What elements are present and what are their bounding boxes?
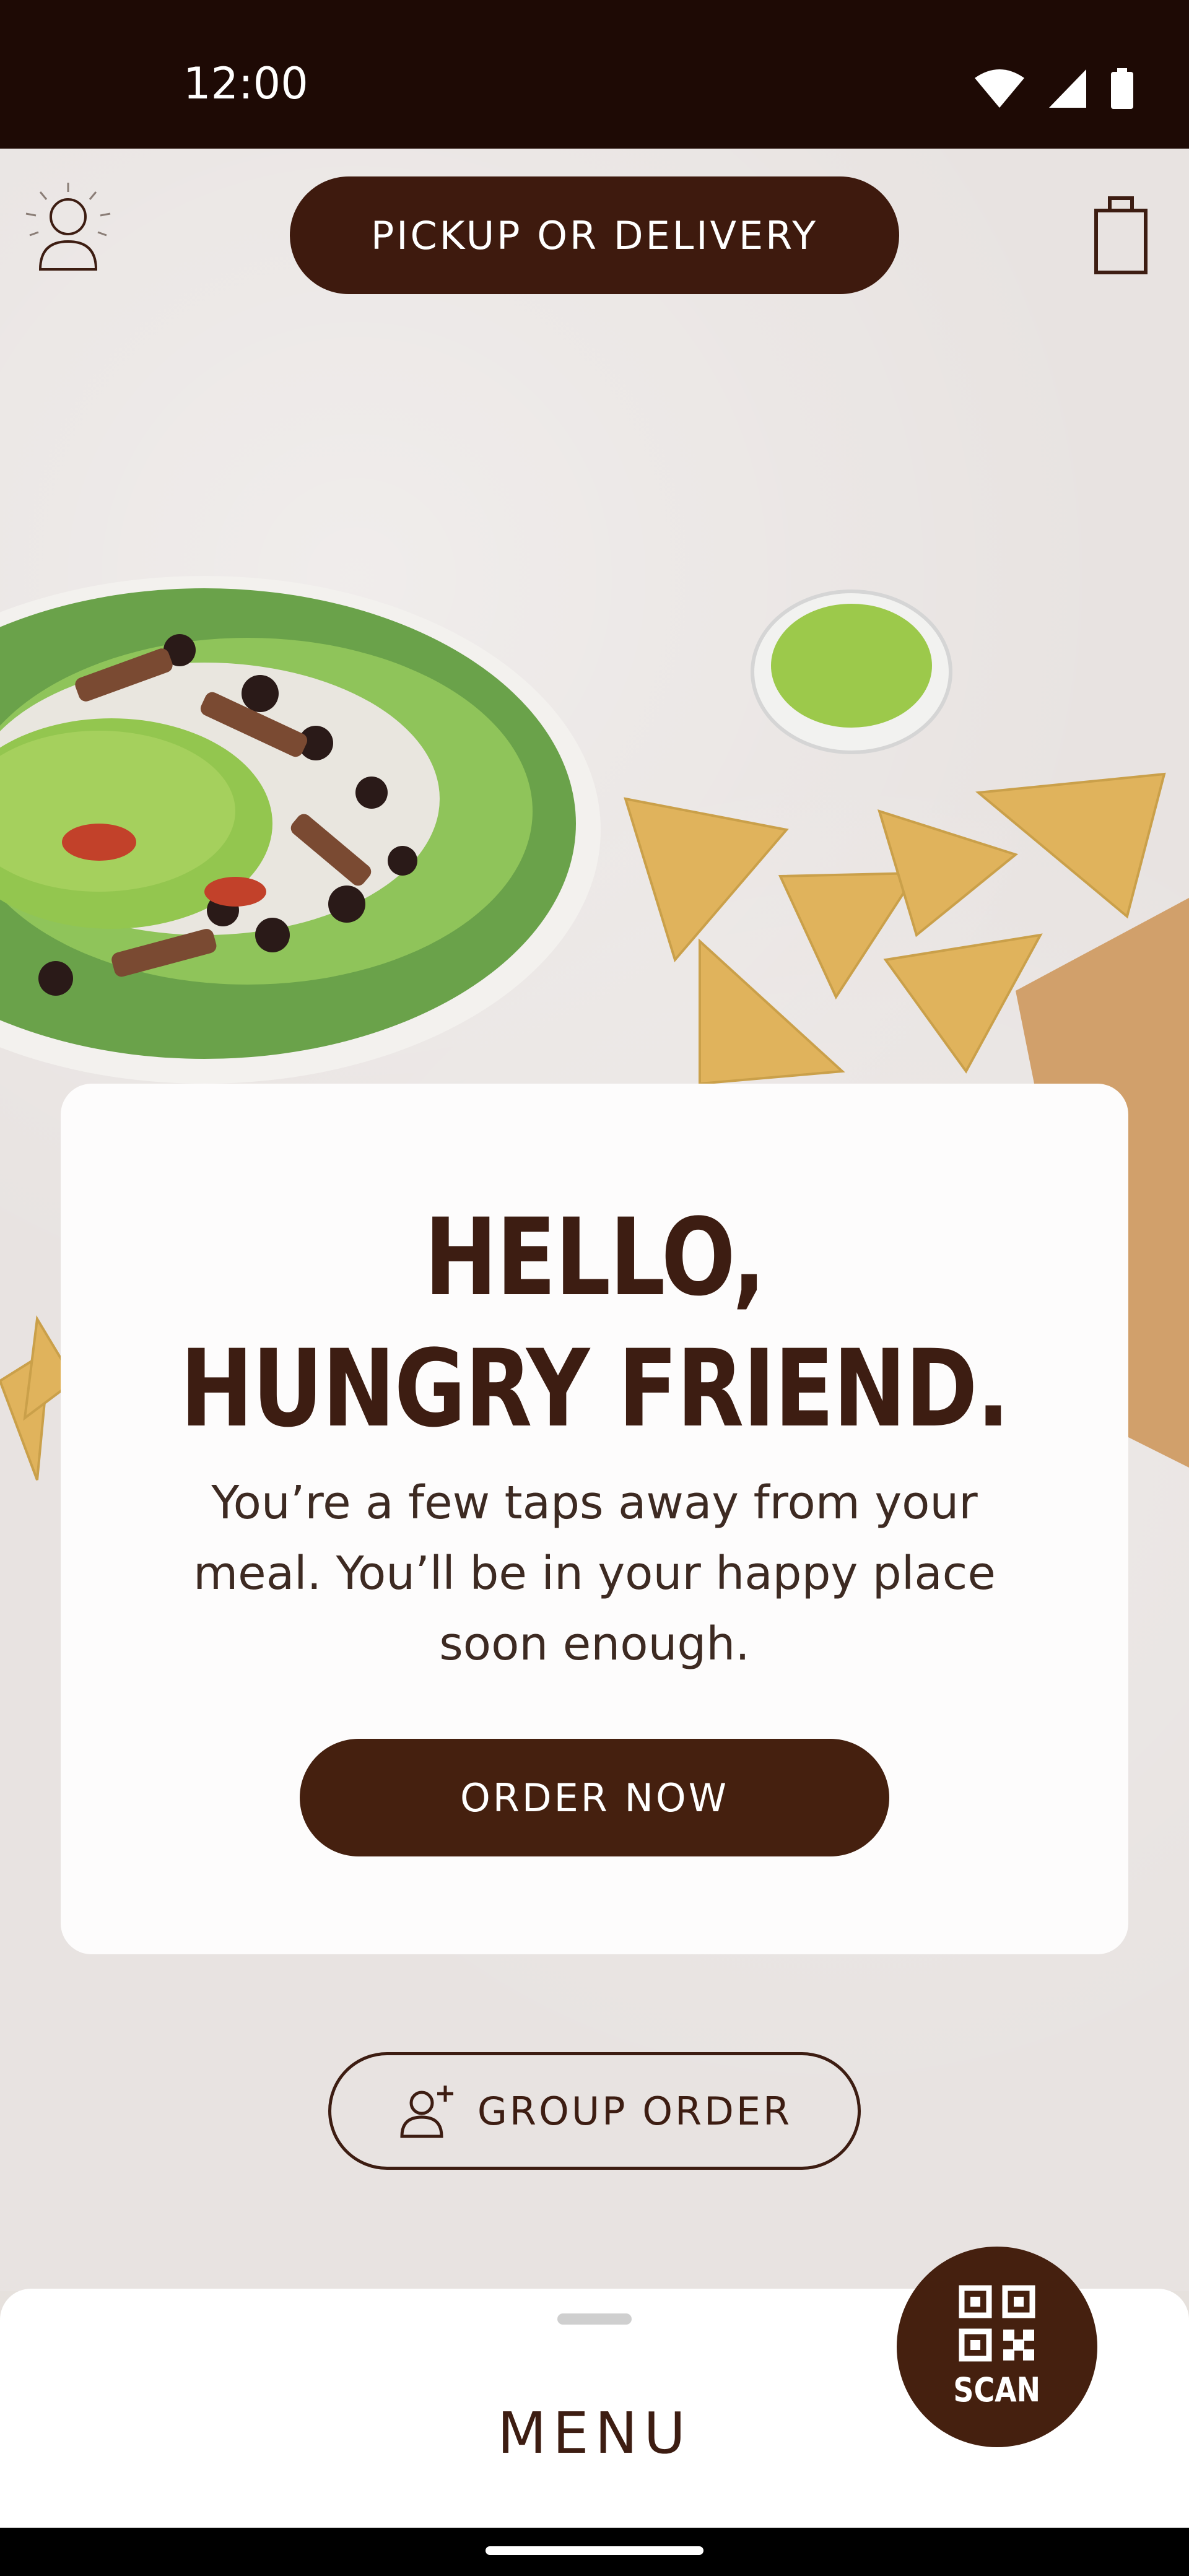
status-time: 12:00 [183,58,308,109]
wifi-icon [975,69,1024,108]
sheet-handle[interactable] [557,2313,632,2325]
system-nav-bar [0,2528,1189,2576]
profile-button[interactable] [12,173,124,285]
hero-subtitle: You’re a few taps away from your meal. Y… [193,1476,996,1671]
hero-card: HELLO, HUNGRY FRIEND. You’re a few taps … [61,1084,1128,1954]
hero-title: HELLO, HUNGRY FRIEND. [157,1192,1032,1455]
pickup-or-delivery-button[interactable]: PICKUP OR DELIVERY [290,176,899,294]
order-now-button[interactable]: ORDER NOW [300,1739,889,1856]
hero-title-line1: HELLO, [424,1195,765,1320]
hero-title-line2: HUNGRY FRIEND. [180,1326,1010,1451]
bag-icon [1094,196,1148,274]
scan-button[interactable]: SCAN [897,2247,1097,2447]
qr-code-icon [959,2285,1035,2361]
status-bar: 12:00 [0,0,1189,149]
status-icons [975,68,1133,109]
profile-icon [25,183,111,271]
scan-label: SCAN [953,2370,1041,2409]
battery-icon [1111,68,1133,109]
group-order-button[interactable]: GROUP ORDER [328,2052,861,2170]
home-indicator[interactable] [486,2546,703,2555]
add-person-icon [400,2086,453,2138]
cart-button[interactable] [1090,192,1152,279]
group-order-label: GROUP ORDER [477,2088,793,2134]
signal-icon [1049,69,1086,108]
